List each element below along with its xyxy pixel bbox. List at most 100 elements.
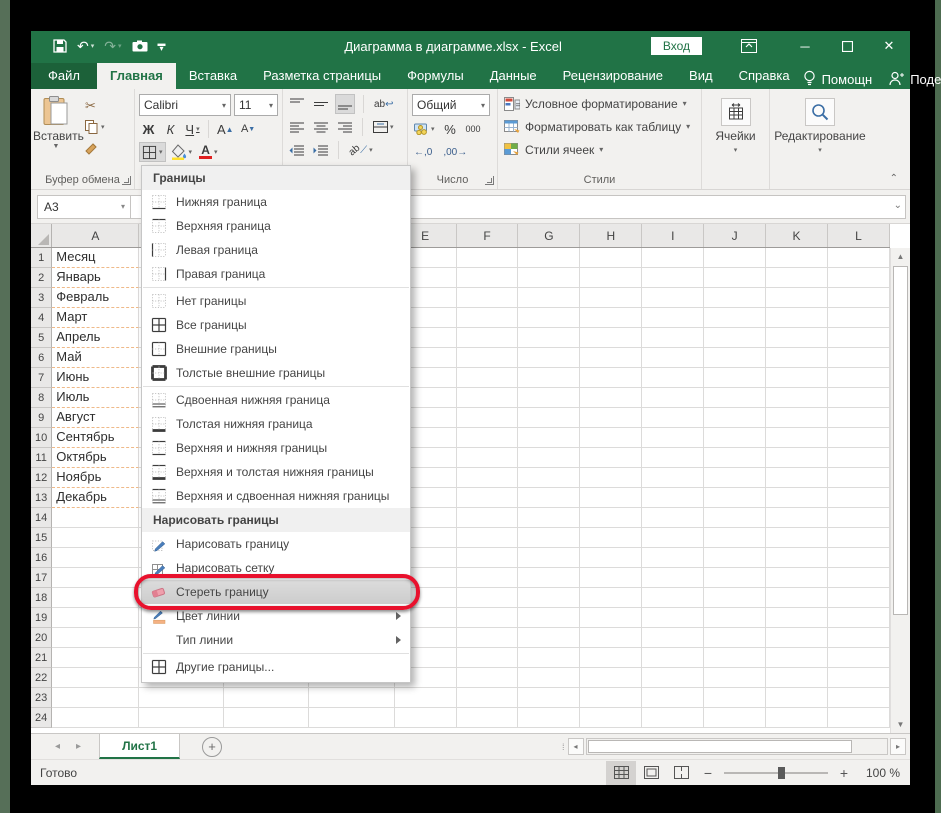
cell-J7[interactable] (704, 368, 767, 388)
cell-K20[interactable] (766, 628, 829, 648)
cell-A23[interactable] (52, 688, 140, 708)
normal-view-button[interactable] (606, 760, 636, 785)
cell-I4[interactable] (642, 308, 705, 328)
editing-button[interactable]: Редактирование ▾ (772, 92, 868, 164)
cell-H11[interactable] (580, 448, 643, 468)
scroll-down-arrow[interactable]: ▼ (891, 716, 910, 733)
cell-F16[interactable] (456, 548, 519, 568)
zoom-slider-thumb[interactable] (778, 766, 786, 779)
cell-A13[interactable]: Декабрь (52, 488, 140, 508)
menu-item-draw-border[interactable]: Нарисовать границу (142, 532, 410, 556)
collapse-ribbon-chevron[interactable]: ⌃ (890, 173, 898, 184)
accounting-format-button[interactable]: ▾ (412, 119, 437, 139)
cell-L2[interactable] (828, 268, 891, 288)
cell-I19[interactable] (642, 608, 705, 628)
cell-K4[interactable] (766, 308, 829, 328)
cell-F8[interactable] (456, 388, 519, 408)
row-header-2[interactable]: 2 (31, 268, 53, 288)
tab-2[interactable]: Вставка (176, 63, 250, 89)
cell-K12[interactable] (766, 468, 829, 488)
menu-item-border-all[interactable]: Все границы (142, 313, 410, 337)
cell-J15[interactable] (704, 528, 767, 548)
cell-F20[interactable] (456, 628, 519, 648)
decrease-decimal-button[interactable]: ,00→ (441, 142, 469, 162)
cell-G21[interactable] (518, 648, 581, 668)
sheet-next-arrow[interactable]: ▸ (76, 741, 81, 752)
column-header-A[interactable]: A (52, 224, 140, 247)
cell-F21[interactable] (456, 648, 519, 668)
format-painter-button[interactable] (85, 140, 105, 156)
cell-J5[interactable] (704, 328, 767, 348)
vertical-scroll-thumb[interactable] (893, 266, 908, 616)
share-person-icon[interactable] (888, 71, 905, 89)
sign-in-button[interactable]: Вход (650, 37, 702, 55)
cell-A18[interactable] (52, 588, 140, 608)
menu-item-blank[interactable]: Тип линии (142, 628, 410, 652)
page-break-view-button[interactable] (666, 761, 696, 785)
tab-6[interactable]: Рецензирование (550, 63, 676, 89)
customize-qat-button[interactable]: ▬ ▾ (158, 40, 166, 53)
cell-H6[interactable] (580, 348, 643, 368)
cell-A10[interactable]: Сентябрь (52, 428, 140, 448)
cell-I14[interactable] (642, 508, 705, 528)
cell-D24[interactable] (309, 708, 395, 728)
cell-F24[interactable] (456, 708, 519, 728)
cell-H17[interactable] (580, 568, 643, 588)
cell-L5[interactable] (828, 328, 891, 348)
align-middle-icon[interactable] (311, 94, 330, 114)
cell-C24[interactable] (224, 708, 310, 728)
cell-F11[interactable] (456, 448, 519, 468)
formula-bar-collapse-chevron[interactable]: ⌄ (894, 200, 902, 211)
cell-A8[interactable]: Июль (52, 388, 140, 408)
cell-I22[interactable] (642, 668, 705, 688)
cell-L3[interactable] (828, 288, 891, 308)
copy-button[interactable]: ▾ (85, 119, 105, 135)
cell-H24[interactable] (580, 708, 643, 728)
cell-F2[interactable] (456, 268, 519, 288)
cell-G12[interactable] (518, 468, 581, 488)
cell-H20[interactable] (580, 628, 643, 648)
zoom-slider[interactable] (724, 766, 828, 779)
cell-K16[interactable] (766, 548, 829, 568)
cell-F22[interactable] (456, 668, 519, 688)
underline-button[interactable]: Ч ▾ (183, 119, 202, 139)
cell-I8[interactable] (642, 388, 705, 408)
cell-I21[interactable] (642, 648, 705, 668)
redo-button[interactable]: ↷ ▾ (104, 38, 121, 55)
italic-button[interactable]: К (161, 119, 180, 139)
cell-A17[interactable] (52, 568, 140, 588)
cell-K3[interactable] (766, 288, 829, 308)
cut-button[interactable]: ✂ (85, 98, 105, 114)
cell-K2[interactable] (766, 268, 829, 288)
cell-F19[interactable] (456, 608, 519, 628)
cell-G23[interactable] (518, 688, 581, 708)
merge-center-button[interactable]: ▾ (371, 117, 396, 137)
cell-K21[interactable] (766, 648, 829, 668)
cell-A22[interactable] (52, 668, 140, 688)
cell-F23[interactable] (456, 688, 519, 708)
cell-F1[interactable] (456, 248, 519, 268)
cell-F5[interactable] (456, 328, 519, 348)
cell-J10[interactable] (704, 428, 767, 448)
cell-I24[interactable] (642, 708, 705, 728)
cell-K13[interactable] (766, 488, 829, 508)
cell-L9[interactable] (828, 408, 891, 428)
cell-H13[interactable] (580, 488, 643, 508)
cell-G11[interactable] (518, 448, 581, 468)
cell-H3[interactable] (580, 288, 643, 308)
row-header-17[interactable]: 17 (31, 568, 53, 588)
cell-L19[interactable] (828, 608, 891, 628)
cell-A20[interactable] (52, 628, 140, 648)
undo-button[interactable]: ↶ ▾ (77, 38, 94, 55)
cell-L4[interactable] (828, 308, 891, 328)
cell-K22[interactable] (766, 668, 829, 688)
cell-A9[interactable]: Август (52, 408, 140, 428)
cell-F10[interactable] (456, 428, 519, 448)
tab-8[interactable]: Справка (726, 63, 803, 89)
column-header-J[interactable]: J (704, 224, 767, 247)
column-header-F[interactable]: F (457, 224, 519, 247)
cell-G3[interactable] (518, 288, 581, 308)
cell-A24[interactable] (52, 708, 140, 728)
cell-A2[interactable]: Январь (52, 268, 140, 288)
row-header-7[interactable]: 7 (31, 368, 53, 388)
